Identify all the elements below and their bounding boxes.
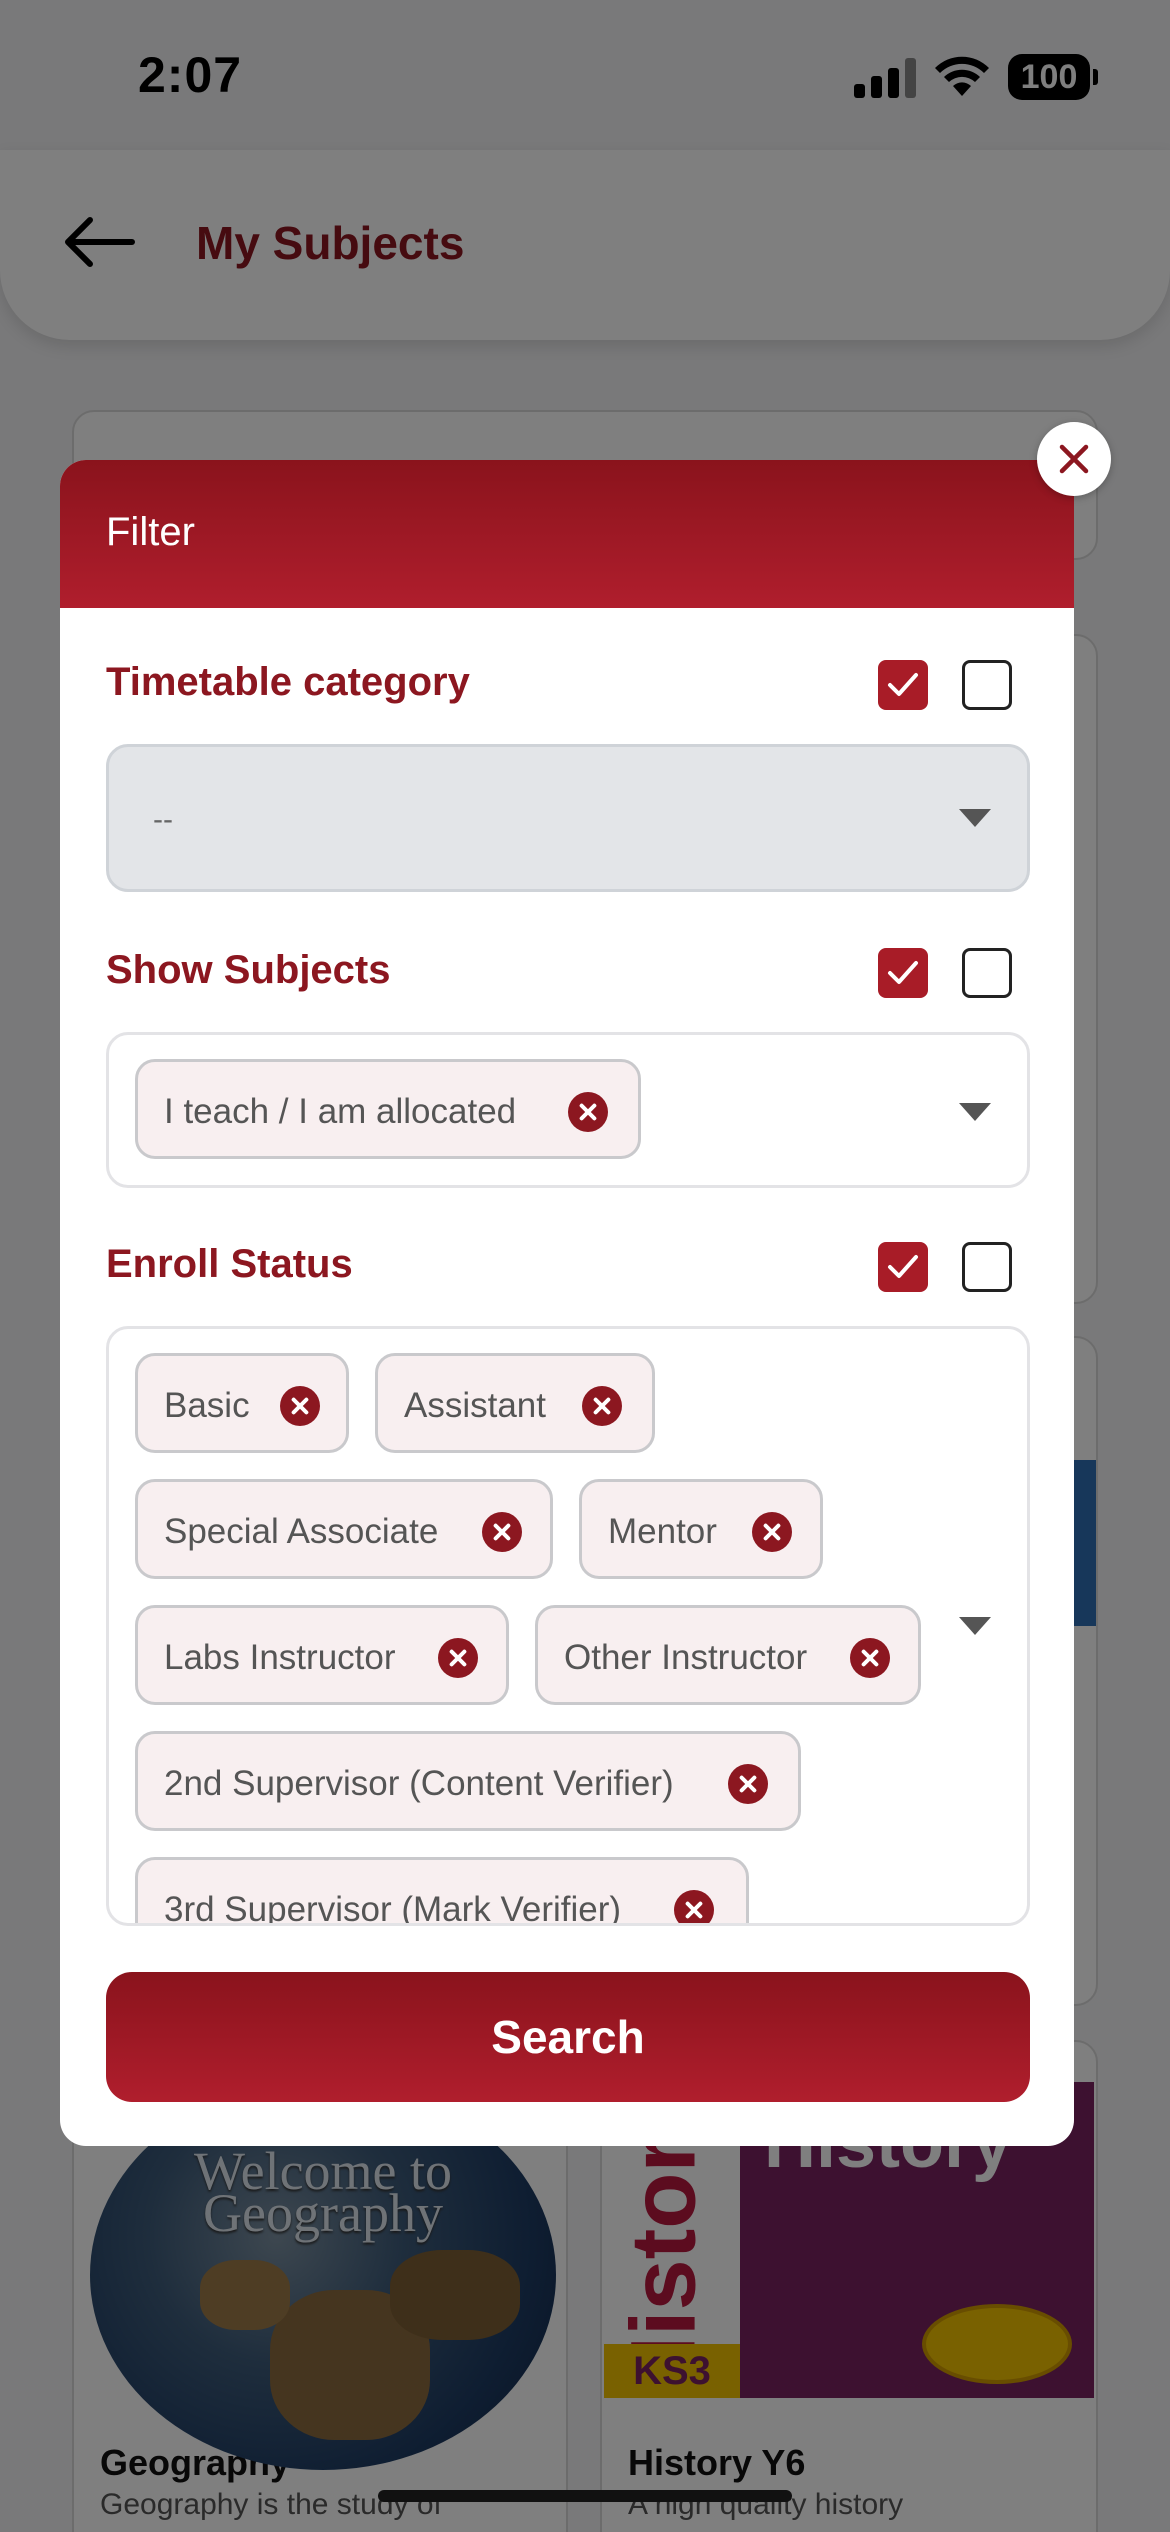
chip-enroll-status: Mentor	[579, 1479, 823, 1579]
chip-label: I teach / I am allocated	[164, 1092, 517, 1131]
show-subjects-include-checkbox[interactable]	[878, 948, 928, 998]
chip-enroll-status: Special Associate	[135, 1479, 553, 1579]
chip-enroll-status: Assistant	[375, 1353, 655, 1453]
chip-enroll-status: 2nd Supervisor (Content Verifier)	[135, 1731, 801, 1831]
timetable-category-exclude-checkbox[interactable]	[962, 660, 1012, 710]
chip-label: Basic	[164, 1386, 250, 1425]
chip-enroll-status: Labs Instructor	[135, 1605, 509, 1705]
close-icon	[1059, 444, 1089, 474]
remove-chip-icon[interactable]	[582, 1386, 622, 1426]
filter-modal: Filter Timetable category -- Show Subjec…	[60, 460, 1074, 2146]
check-icon	[888, 961, 918, 984]
remove-chip-icon[interactable]	[482, 1512, 522, 1552]
enroll-status-select[interactable]: Basic Assistant Special Associate Mentor…	[106, 1326, 1030, 1926]
enroll-status-label: Enroll Status	[106, 1242, 353, 1286]
chip-enroll-status: 3rd Supervisor (Mark Verifier)	[135, 1857, 749, 1926]
timetable-category-value: --	[153, 803, 173, 836]
chip-label: Special Associate	[164, 1512, 439, 1551]
remove-chip-icon[interactable]	[438, 1638, 478, 1678]
search-button[interactable]: Search	[106, 1972, 1030, 2102]
remove-chip-icon[interactable]	[568, 1092, 608, 1132]
remove-chip-icon[interactable]	[280, 1386, 320, 1426]
remove-chip-icon[interactable]	[728, 1764, 768, 1804]
remove-chip-icon[interactable]	[674, 1890, 714, 1923]
chip-enroll-status: Other Instructor	[535, 1605, 921, 1705]
chip-show-subjects: I teach / I am allocated	[135, 1059, 641, 1159]
chip-label: Assistant	[404, 1386, 546, 1425]
remove-chip-icon[interactable]	[850, 1638, 890, 1678]
check-icon	[888, 1255, 918, 1278]
show-subjects-exclude-checkbox[interactable]	[962, 948, 1012, 998]
chip-label: 2nd Supervisor (Content Verifier)	[164, 1764, 674, 1803]
timetable-category-label: Timetable category	[106, 660, 470, 704]
close-modal-button[interactable]	[1037, 422, 1111, 496]
remove-chip-icon[interactable]	[752, 1512, 792, 1552]
chevron-down-icon	[959, 1617, 991, 1635]
chip-enroll-status: Basic	[135, 1353, 349, 1453]
check-icon	[888, 673, 918, 696]
timetable-category-select[interactable]: --	[106, 744, 1030, 892]
chevron-down-icon	[959, 1103, 991, 1121]
home-indicator	[378, 2490, 792, 2502]
enroll-status-exclude-checkbox[interactable]	[962, 1242, 1012, 1292]
chevron-down-icon	[959, 809, 991, 827]
modal-header: Filter	[60, 460, 1074, 608]
chip-label: Labs Instructor	[164, 1638, 396, 1677]
modal-title: Filter	[106, 510, 195, 554]
timetable-category-include-checkbox[interactable]	[878, 660, 928, 710]
chip-label: Mentor	[608, 1512, 717, 1551]
chip-label: Other Instructor	[564, 1638, 808, 1677]
show-subjects-select[interactable]: I teach / I am allocated	[106, 1032, 1030, 1188]
enroll-status-include-checkbox[interactable]	[878, 1242, 928, 1292]
show-subjects-label: Show Subjects	[106, 948, 391, 992]
chip-label: 3rd Supervisor (Mark Verifier)	[164, 1890, 622, 1926]
